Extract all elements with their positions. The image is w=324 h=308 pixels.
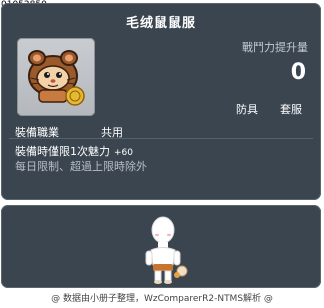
equip-bonus-value: +60: [114, 148, 133, 158]
item-name: 毛绒鼠鼠服: [125, 16, 196, 31]
equip-bonus-text: 裝備時僅限1次魅力: [15, 145, 110, 158]
equip-bonus-line: 裝備時僅限1次魅力 +60: [15, 143, 133, 159]
category-tag: 套服: [280, 103, 302, 116]
item-icon-frame: [17, 38, 95, 116]
footer-credit: @ 数据由小册子整理，WzComparerR2-NTMS解析 @: [51, 294, 273, 304]
item-tooltip-panel: 毛绒鼠鼠服 戰鬥力提升量 0 防具 套服 裝備職業 共用 裝備時僅限1次魅力 +…: [1, 3, 321, 200]
slot-tag: 防具: [236, 103, 258, 116]
divider: [9, 138, 313, 139]
daily-limit-text: 每日限制、超過上限時除外: [15, 160, 147, 173]
character-avatar-preview: [145, 216, 188, 284]
combat-power-value: 0: [290, 60, 306, 85]
character-preview-panel: [1, 205, 321, 288]
combat-power-label: 戰鬥力提升量: [242, 41, 308, 54]
mouse-costume-icon: [28, 50, 85, 106]
